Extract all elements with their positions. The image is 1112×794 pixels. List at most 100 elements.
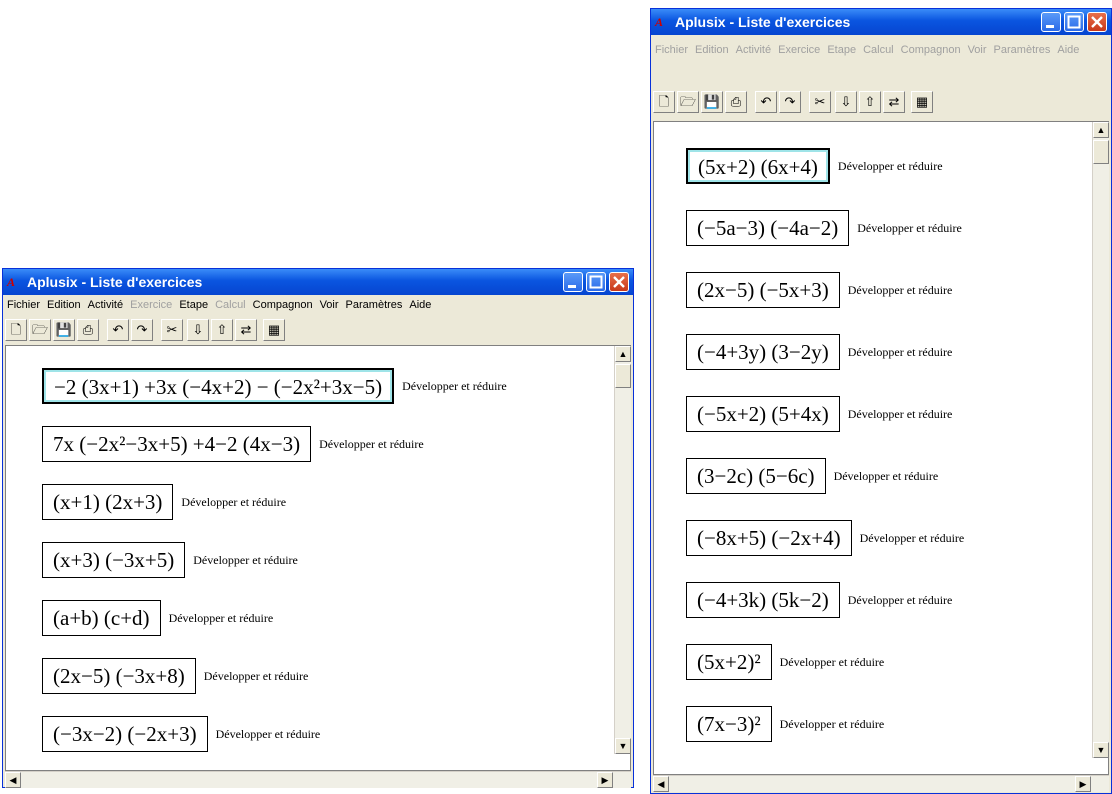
menu-item-activité[interactable]: Activité [736,41,771,60]
exercise-expression[interactable]: −2 (3x+1) +3x (−4x+2) − (−2x²+3x−5) [42,368,395,404]
exercise-item[interactable]: (−3x−2) (−2x+3) Développer et réduire [42,716,320,752]
exercise-expression[interactable]: (a+b) (c+d) [42,600,161,636]
exercise-expression[interactable]: (x+3) (−3x+5) [42,542,186,578]
redo-button[interactable]: ↷ [131,319,153,341]
exercise-expression[interactable]: (−3x−2) (−2x+3) [42,716,208,752]
exercise-expression[interactable]: (3−2c) (5−6c) [686,458,826,494]
export-button[interactable]: ⇧ [859,91,881,113]
import-button[interactable]: ⇩ [835,91,857,113]
minimize-button[interactable] [1041,12,1061,32]
menu-item-compagnon[interactable]: Compagnon [253,299,313,311]
horizontal-scrollbar[interactable]: ◀ ▶ [5,771,631,788]
new-file-button[interactable]: 🗋 [653,91,675,113]
undo-button[interactable]: ↶ [755,91,777,113]
exercise-expression[interactable]: (2x−5) (−5x+3) [686,272,840,308]
exercise-item[interactable]: (2x−5) (−5x+3) Développer et réduire [686,272,952,308]
print-button[interactable]: ⎙ [77,319,99,341]
scroll-thumb[interactable] [1093,140,1109,164]
exercise-item[interactable]: (x+3) (−3x+5) Développer et réduire [42,542,298,578]
scroll-thumb[interactable] [615,364,631,388]
exercise-item[interactable]: (−8x+5) (−2x+4) Développer et réduire [686,520,964,556]
exercise-list[interactable]: (5x+2) (6x+4) Développer et réduire (−5a−3… [653,121,1109,775]
menu-item-voir[interactable]: Voir [320,299,339,311]
exercise-expression[interactable]: 7x (−2x²−3x+5) +4−2 (4x−3) [42,426,312,462]
exercise-item[interactable]: (3−2c) (5−6c) Développer et réduire [686,458,938,494]
menu-item-activité[interactable]: Activité [88,299,123,311]
open-folder-button[interactable]: 🗁 [677,91,699,113]
exercise-expression[interactable]: (5x+2)² [686,644,772,680]
exercise-item[interactable]: (7x−3)² Développer et réduire [686,706,884,742]
menu-item-calcul[interactable]: Calcul [863,41,894,60]
menu-item-etape[interactable]: Etape [179,299,208,311]
scroll-left-button[interactable]: ◀ [653,776,669,792]
import-button[interactable]: ⇩ [187,319,209,341]
exercise-item[interactable]: (5x+2)² Développer et réduire [686,644,884,680]
menu-item-fichier[interactable]: Fichier [655,41,688,60]
save-button[interactable]: 💾 [53,319,75,341]
scissors-button[interactable]: ✂ [161,319,183,341]
maximize-button[interactable] [1064,12,1084,32]
vertical-scrollbar[interactable]: ▲ ▼ [1092,122,1109,758]
save-button[interactable]: 💾 [701,91,723,113]
scroll-right-button[interactable]: ▶ [1075,776,1091,792]
exercise-item[interactable]: (a+b) (c+d) Développer et réduire [42,600,273,636]
scroll-down-button[interactable]: ▼ [1093,742,1109,758]
exercise-expression[interactable]: (x+1) (2x+3) [42,484,174,520]
exercise-item[interactable]: 7x (−2x²−3x+5) +4−2 (4x−3) Développer et … [42,426,424,462]
menu-item-edition[interactable]: Edition [47,299,81,311]
menu-item-compagnon[interactable]: Compagnon [901,41,961,60]
exercise-item[interactable]: (−5x+2) (5+4x) Développer et réduire [686,396,952,432]
menu-item-paramètres[interactable]: Paramètres [346,299,403,311]
exercise-expression[interactable]: (−5a−3) (−4a−2) [686,210,850,246]
calculator-button[interactable]: ▦ [911,91,933,113]
exercise-expression[interactable]: (−4+3k) (5k−2) [686,582,840,618]
print-button[interactable]: ⎙ [725,91,747,113]
exercise-expression[interactable]: (7x−3)² [686,706,772,742]
left-titlebar[interactable]: A Aplusix - Liste d'exercices [3,269,633,295]
exercise-expression[interactable]: (−8x+5) (−2x+4) [686,520,852,556]
redo-button[interactable]: ↷ [779,91,801,113]
exercise-expression[interactable]: (2x−5) (−3x+8) [42,658,196,694]
right-titlebar[interactable]: A Aplusix - Liste d'exercices [651,9,1111,35]
menu-item-calcul[interactable]: Calcul [215,299,246,311]
horizontal-scrollbar[interactable]: ◀ ▶ [653,775,1109,792]
exercise-item[interactable]: (−4+3k) (5k−2) Développer et réduire [686,582,952,618]
exercise-item[interactable]: −2 (3x+1) +3x (−4x+2) − (−2x²+3x−5) Dével… [42,368,507,404]
new-file-button[interactable]: 🗋 [5,319,27,341]
menu-item-etape[interactable]: Etape [827,41,856,60]
menu-item-aide[interactable]: Aide [1057,41,1079,60]
calculator-button[interactable]: ▦ [263,319,285,341]
transfer-button[interactable]: ⇄ [235,319,257,341]
exercise-expression[interactable]: (5x+2) (6x+4) [686,148,830,184]
scissors-button[interactable]: ✂ [809,91,831,113]
transfer-button[interactable]: ⇄ [883,91,905,113]
close-button[interactable] [1087,12,1107,32]
exercise-item[interactable]: (2x−5) (−3x+8) Développer et réduire [42,658,308,694]
close-button[interactable] [609,272,629,292]
scroll-down-button[interactable]: ▼ [615,738,631,754]
maximize-button[interactable] [586,272,606,292]
scroll-left-button[interactable]: ◀ [5,772,21,788]
scroll-right-button[interactable]: ▶ [597,772,613,788]
exercise-item[interactable]: (−5a−3) (−4a−2) Développer et réduire [686,210,962,246]
exercise-item[interactable]: (5x+2) (6x+4) Développer et réduire [686,148,943,184]
menu-item-voir[interactable]: Voir [968,41,987,60]
exercise-expression[interactable]: (−5x+2) (5+4x) [686,396,840,432]
menu-item-exercice[interactable]: Exercice [778,41,820,60]
exercise-expression[interactable]: (−4+3y) (3−2y) [686,334,840,370]
minimize-button[interactable] [563,272,583,292]
export-button[interactable]: ⇧ [211,319,233,341]
undo-button[interactable]: ↶ [107,319,129,341]
menu-item-paramètres[interactable]: Paramètres [994,41,1051,60]
exercise-item[interactable]: (−4+3y) (3−2y) Développer et réduire [686,334,952,370]
scroll-up-button[interactable]: ▲ [615,346,631,362]
menu-item-edition[interactable]: Edition [695,41,729,60]
menu-item-fichier[interactable]: Fichier [7,299,40,311]
exercise-list[interactable]: −2 (3x+1) +3x (−4x+2) − (−2x²+3x−5) Dével… [5,345,631,771]
open-folder-button[interactable]: 🗁 [29,319,51,341]
scroll-up-button[interactable]: ▲ [1093,122,1109,138]
exercise-item[interactable]: (x+1) (2x+3) Développer et réduire [42,484,286,520]
vertical-scrollbar[interactable]: ▲ ▼ [614,346,631,754]
menu-item-aide[interactable]: Aide [409,299,431,311]
menu-item-exercice[interactable]: Exercice [130,299,172,311]
